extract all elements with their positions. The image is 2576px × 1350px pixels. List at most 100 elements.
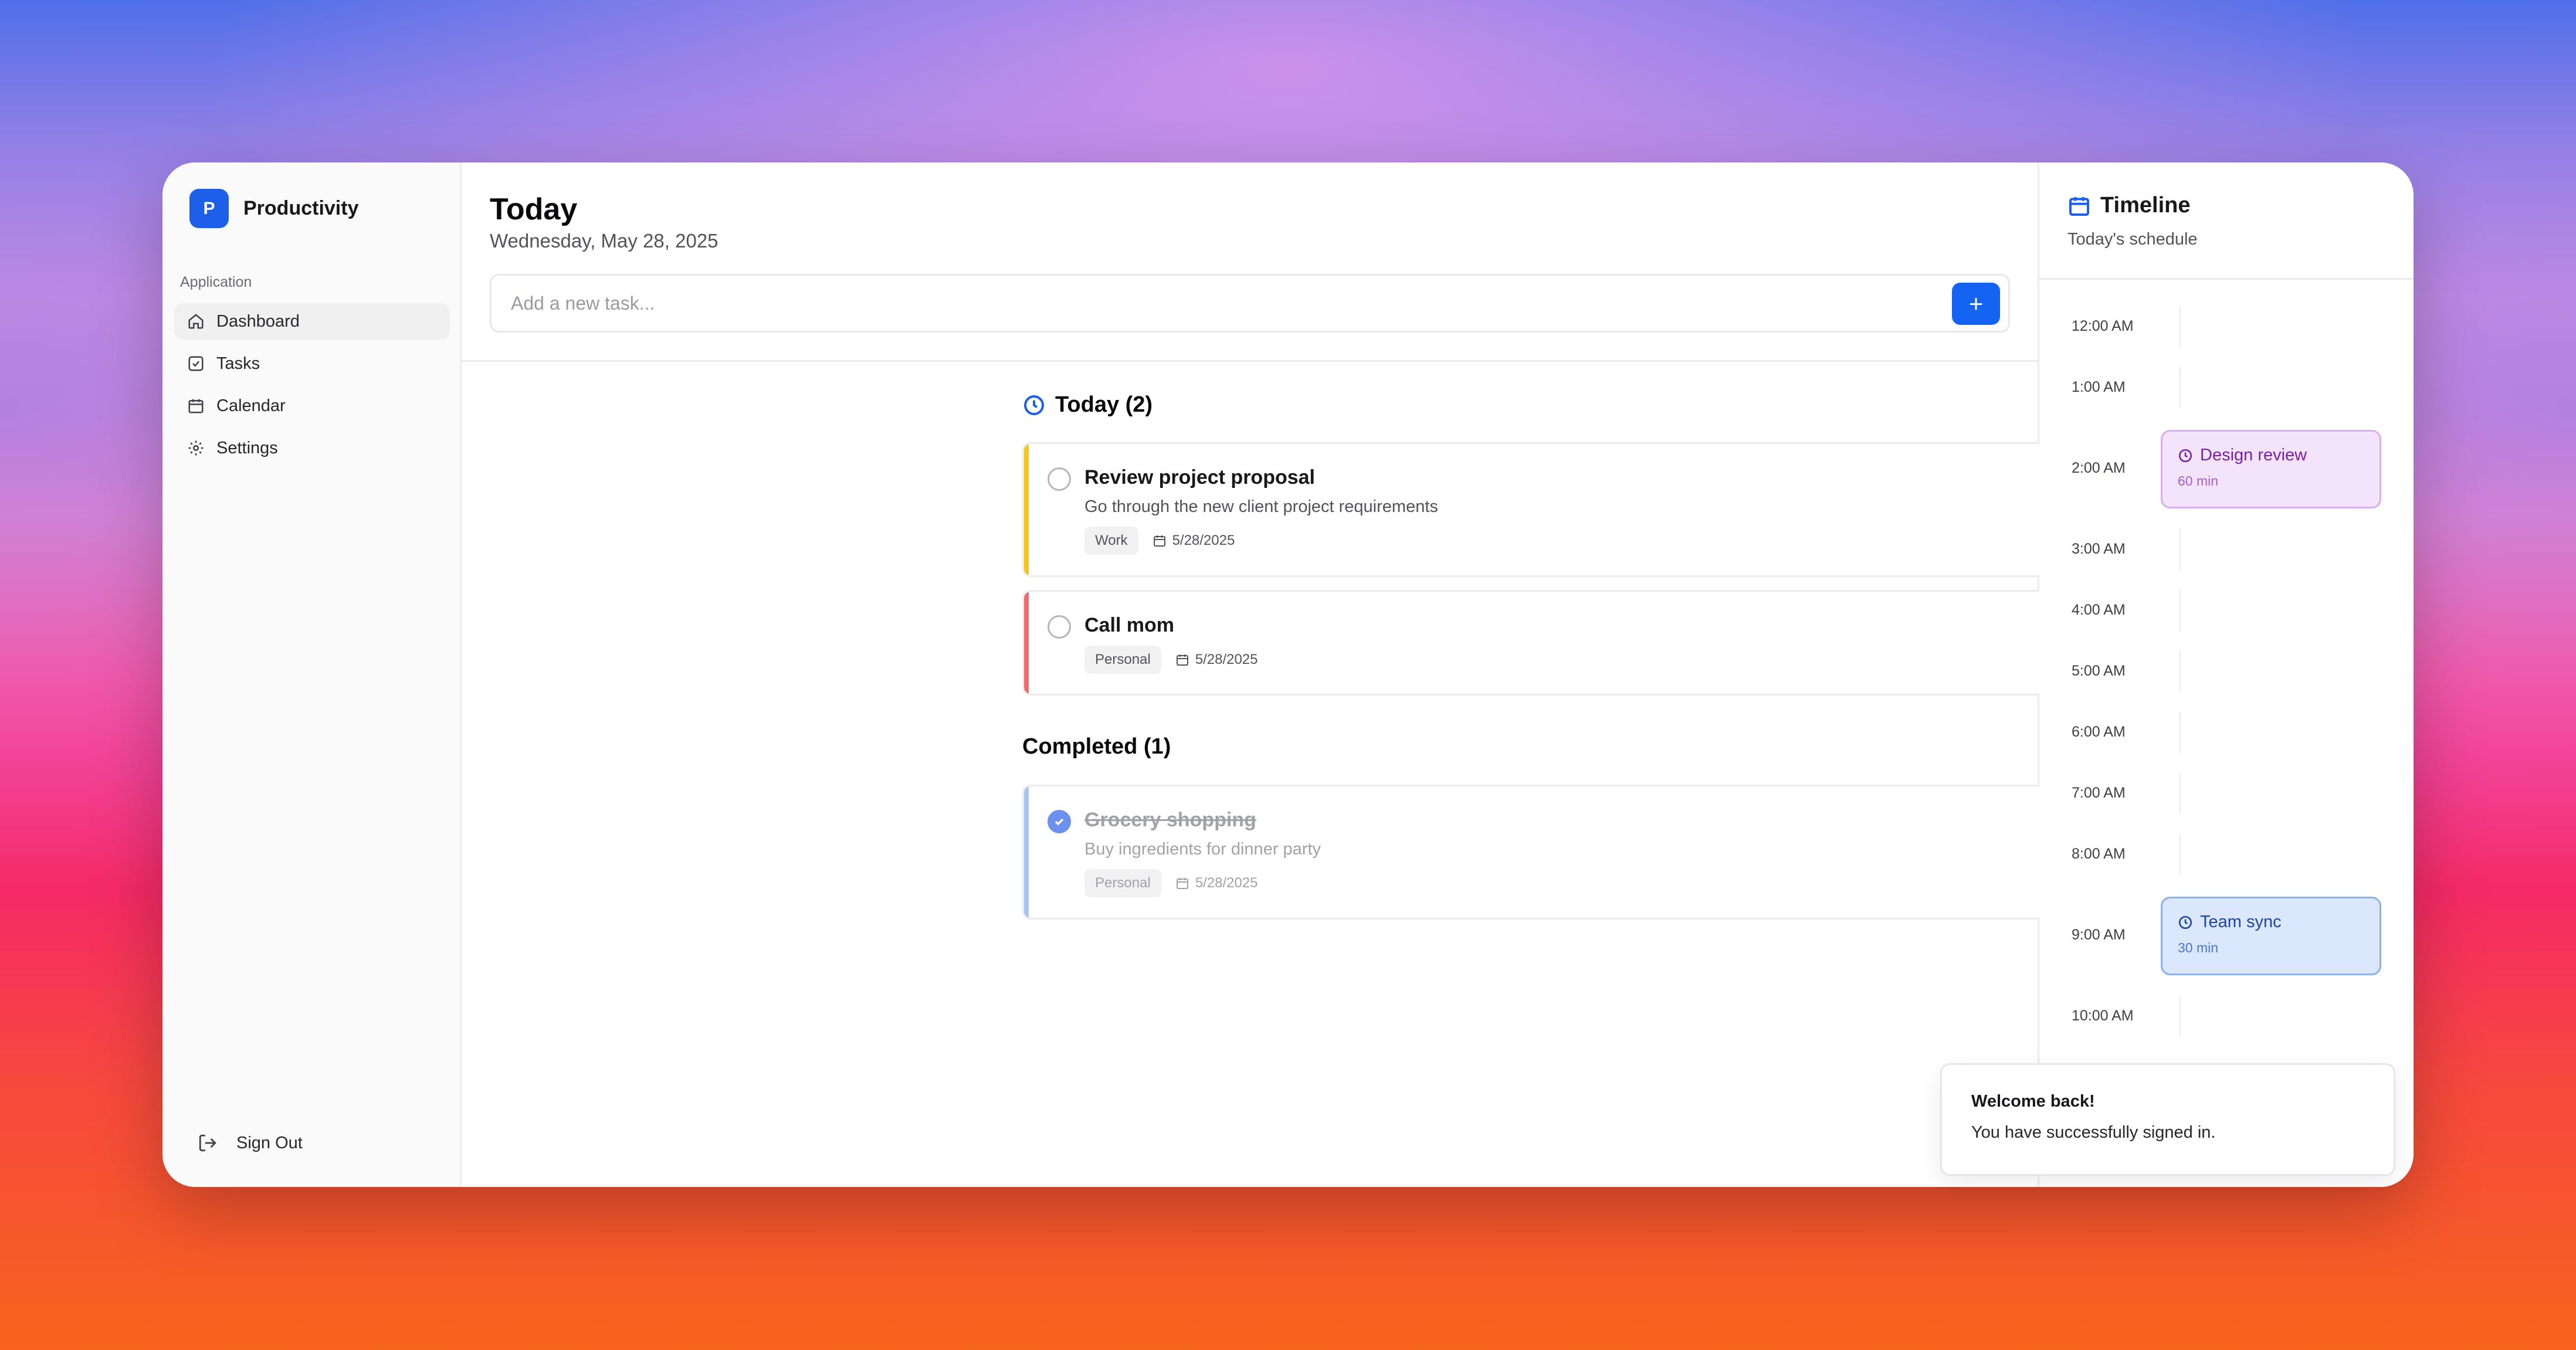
page-date: Wednesday, May 28, 2025 (490, 230, 718, 252)
hour-label: 1:00 AM (2072, 379, 2126, 395)
task-title: Call mom (1084, 614, 1175, 636)
sidebar-item-label: Tasks (216, 354, 260, 373)
sidebar-item-calendar[interactable]: Calendar (174, 388, 450, 424)
hour-divider (2179, 651, 2181, 692)
page-title: Today (490, 192, 578, 226)
today-group-label: Today (2) (1055, 392, 1153, 417)
hour-label: 7:00 AM (2072, 785, 2126, 801)
task-checkbox[interactable] (1048, 810, 1071, 833)
toast-message: You have successfully signed in. (1971, 1123, 2216, 1142)
task-description: Go through the new client project requir… (1084, 497, 1438, 516)
hour-divider (2179, 367, 2181, 408)
task-card[interactable]: Review project proposal Go through the n… (1022, 442, 2076, 577)
app-window: P Productivity Application Dashboard Tas… (162, 162, 2414, 1187)
hour-label: 9:00 AM (2072, 927, 2126, 943)
calendar-icon (1176, 654, 1188, 666)
task-card[interactable]: Grocery shopping Buy ingredients for din… (1022, 785, 2076, 920)
timeline-title-text: Timeline (2100, 193, 2191, 218)
task-card[interactable]: Call mom Personal 5/28/2025 (1022, 590, 2076, 696)
hour-label: 8:00 AM (2072, 846, 2126, 862)
task-tag: Personal (1084, 869, 1161, 897)
brand[interactable]: P Productivity (189, 189, 358, 228)
event-title: Team sync (2178, 913, 2380, 932)
clock-icon (1024, 395, 1044, 415)
hour-label: 10:00 AM (2072, 1008, 2134, 1024)
event-duration: 30 min (2178, 940, 2219, 955)
task-title: Review project proposal (1084, 466, 1315, 489)
sign-out-button[interactable]: Sign Out (198, 1133, 303, 1153)
main-panel: Today Wednesday, May 28, 2025 + Today (2… (462, 162, 2076, 1187)
sidebar-item-dashboard[interactable]: Dashboard (174, 303, 450, 340)
check-square-icon (188, 356, 204, 371)
timeline-panel: Timeline Today's schedule 12:00 AM 1:00 … (2039, 162, 2414, 1187)
hour-label: 6:00 AM (2072, 724, 2126, 740)
add-task-row: + (490, 274, 2010, 333)
timeline-event-design-review[interactable]: Design review 60 min (2161, 430, 2381, 508)
event-duration: 60 min (2178, 473, 2219, 489)
today-group-title: Today (2) (1022, 392, 1153, 418)
hour-divider (2179, 773, 2181, 814)
timeline-event-team-sync[interactable]: Team sync 30 min (2161, 897, 2381, 975)
sign-out-icon (199, 1134, 216, 1152)
main-header: Today Wednesday, May 28, 2025 + (462, 162, 2038, 362)
timeline-header: Timeline Today's schedule (2039, 162, 2414, 280)
hour-label: 3:00 AM (2072, 541, 2126, 557)
timeline-title: Timeline (2067, 193, 2190, 218)
hour-divider (2179, 590, 2181, 631)
task-description: Buy ingredients for dinner party (1084, 840, 1321, 859)
hour-divider (2179, 996, 2181, 1037)
task-date: 5/28/2025 (1175, 652, 1258, 668)
brand-name: Productivity (243, 197, 359, 219)
clock-icon (2178, 449, 2192, 462)
hour-divider (2179, 306, 2181, 347)
sign-out-label: Sign Out (236, 1133, 303, 1152)
hour-divider (2179, 712, 2181, 753)
task-date-text: 5/28/2025 (1195, 875, 1258, 891)
calendar-icon (188, 399, 204, 413)
sidebar-section-label: Application (180, 274, 252, 290)
event-title-text: Design review (2200, 446, 2307, 464)
sidebar-nav: Dashboard Tasks Calendar Settings (174, 303, 450, 472)
calendar-icon (1153, 535, 1165, 547)
hour-label: 2:00 AM (2072, 460, 2126, 476)
brand-logo: P (189, 189, 229, 228)
event-title-text: Team sync (2200, 913, 2282, 931)
task-checkbox[interactable] (1048, 615, 1071, 639)
add-task-button[interactable]: + (1952, 283, 2000, 325)
completed-group-title: Completed (1) (1022, 734, 1171, 759)
task-date: 5/28/2025 (1175, 875, 1258, 891)
task-meta: Work 5/28/2025 (1084, 527, 1235, 555)
hour-label: 4:00 AM (2072, 602, 2126, 618)
hour-label: 5:00 AM (2072, 663, 2126, 679)
check-icon (1055, 818, 1064, 826)
task-title: Grocery shopping (1084, 809, 1256, 831)
task-tag: Personal (1084, 646, 1161, 674)
task-date-text: 5/28/2025 (1172, 532, 1235, 548)
sidebar: P Productivity Application Dashboard Tas… (162, 162, 462, 1187)
home-icon (188, 314, 204, 329)
hour-label: 12:00 AM (2072, 318, 2134, 334)
timeline-subtitle: Today's schedule (2067, 230, 2198, 249)
calendar-icon (1176, 878, 1188, 889)
sidebar-item-settings[interactable]: Settings (174, 430, 450, 466)
hour-divider (2179, 529, 2181, 570)
sidebar-item-label: Settings (216, 438, 278, 457)
add-task-input[interactable] (492, 276, 1946, 331)
hour-divider (2179, 834, 2181, 875)
calendar-icon (2069, 196, 2089, 216)
clock-icon (2178, 915, 2192, 929)
toast-title: Welcome back! (1971, 1092, 2095, 1111)
task-checkbox[interactable] (1048, 467, 1071, 491)
task-date: 5/28/2025 (1153, 532, 1235, 549)
task-date-text: 5/28/2025 (1195, 652, 1258, 667)
gear-icon (188, 440, 204, 456)
toast-notification[interactable]: Welcome back! You have successfully sign… (1940, 1063, 2395, 1176)
sidebar-item-tasks[interactable]: Tasks (174, 345, 450, 382)
completed-group-label: Completed (1) (1022, 734, 1171, 759)
event-title: Design review (2178, 446, 2380, 465)
task-meta: Personal 5/28/2025 (1084, 869, 1258, 897)
task-meta: Personal 5/28/2025 (1084, 646, 1258, 674)
sidebar-item-label: Dashboard (216, 311, 300, 331)
task-tag: Work (1084, 527, 1138, 555)
sidebar-item-label: Calendar (216, 396, 286, 415)
